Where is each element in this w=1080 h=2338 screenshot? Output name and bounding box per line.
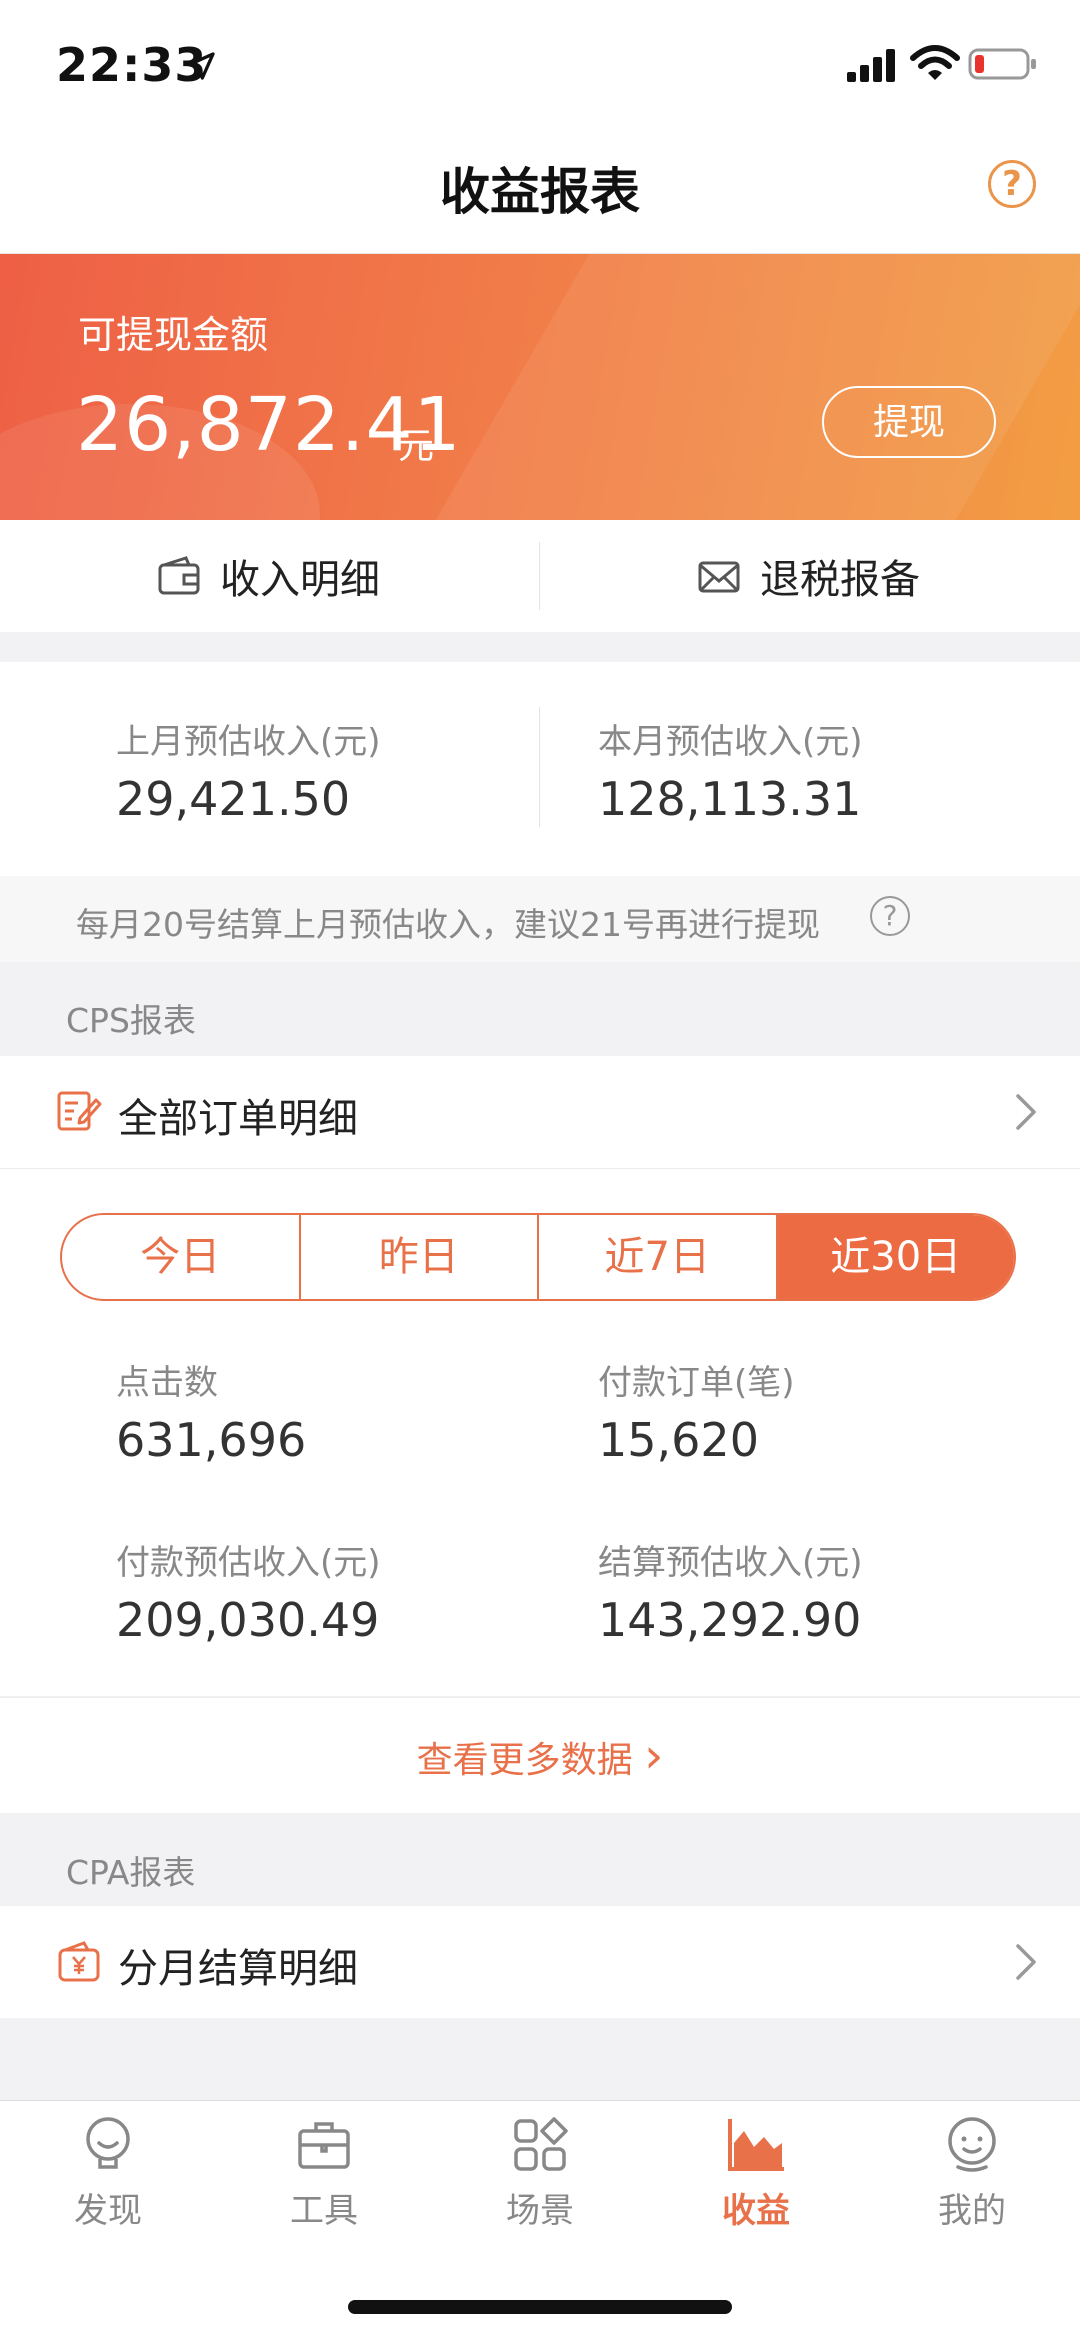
cpa-section-label: CPA报表 (66, 1853, 196, 1892)
balance-unit: 元 (398, 426, 435, 467)
cps-report: 今日 昨日 近7日 近30日 点击数 631,696 付款订单(笔) 15,62… (0, 1168, 1080, 1696)
balance-label: 可提现金额 (78, 313, 269, 357)
envelope-icon (698, 561, 740, 593)
chevron-right-icon (1016, 1094, 1036, 1130)
stat-value: 15,620 (598, 1413, 759, 1467)
stat-value: 631,696 (116, 1413, 307, 1467)
tab-yesterday[interactable]: 昨日 (301, 1215, 539, 1299)
divider (539, 542, 540, 610)
tab-last-30-days[interactable]: 近30日 (777, 1215, 1014, 1299)
banner-decoration (427, 254, 1080, 520)
wifi-icon (910, 45, 960, 80)
location-arrow-icon (187, 52, 215, 80)
tab-today[interactable]: 今日 (62, 1215, 301, 1299)
home-indicator[interactable] (348, 2300, 732, 2314)
bulb-icon (86, 2117, 130, 2169)
briefcase-icon (298, 2122, 350, 2169)
nav-bar: 收益报表 ? (0, 130, 1080, 254)
profile-icon (948, 2117, 996, 2172)
tab-last-7-days[interactable]: 近7日 (539, 1215, 778, 1299)
monthly-settlement-row[interactable]: 分月结算明细 (0, 1906, 1080, 2018)
income-detail-link[interactable]: 收入明细 (156, 520, 380, 632)
tab-earnings[interactable]: 收益 (648, 2113, 864, 2232)
notice-help-icon[interactable]: ? (870, 896, 910, 936)
battery-low-icon (968, 48, 1036, 80)
withdraw-button[interactable]: 提现 (822, 386, 996, 458)
stat-label: 点击数 (116, 1363, 218, 1403)
grid-icon (514, 2117, 568, 2171)
settlement-notice: 每月20号结算上月预估收入，建议21号再进行提现 (0, 876, 1080, 962)
tax-report-link[interactable]: 退税报备 (696, 520, 920, 632)
notice-text: 每月20号结算上月预估收入，建议21号再进行提现 (76, 905, 820, 944)
date-range-selector: 今日 昨日 近7日 近30日 (60, 1213, 1016, 1301)
page-title: 收益报表 (440, 163, 640, 221)
yuan-wallet-icon (58, 1941, 100, 1982)
all-orders-row[interactable]: 全部订单明细 (0, 1056, 1080, 1168)
wallet-icon (158, 556, 200, 595)
view-more-label: 查看更多数据 (416, 1740, 633, 1781)
stat-label: 结算预估收入(元) (598, 1543, 863, 1583)
cellular-signal-icon (847, 49, 895, 82)
stat-value: 209,030.49 (116, 1593, 380, 1647)
stat-label: 付款订单(笔) (598, 1363, 795, 1403)
balance-banner: 可提现金额 26,872.41 元 提现 (0, 254, 1080, 520)
tax-report-label: 退税报备 (760, 557, 920, 603)
tab-label: 发现 (74, 2191, 142, 2231)
stat-value: 143,292.90 (598, 1593, 862, 1647)
this-month-label: 本月预估收入(元) (598, 722, 863, 762)
tab-discover[interactable]: 发现 (0, 2113, 216, 2232)
tab-label: 场景 (506, 2191, 574, 2231)
status-bar: 22:33 (0, 0, 1080, 130)
chevron-right-icon: › (644, 1728, 664, 1784)
view-more-link[interactable]: 查看更多数据 › (417, 1698, 664, 1819)
last-month-value: 29,421.50 (116, 772, 351, 826)
stat-label: 付款预估收入(元) (116, 1543, 381, 1583)
tab-tools[interactable]: 工具 (216, 2113, 432, 2232)
income-detail-label: 收入明细 (220, 557, 380, 603)
tab-label: 我的 (938, 2191, 1006, 2231)
view-more-row: 查看更多数据 › (0, 1697, 1080, 1813)
tab-mine[interactable]: 我的 (864, 2113, 1080, 2232)
chart-icon (728, 2119, 784, 2171)
last-month-label: 上月预估收入(元) (116, 722, 381, 762)
chevron-right-icon (1016, 1944, 1036, 1980)
divider (539, 707, 540, 827)
estimates-panel: 上月预估收入(元) 29,421.50 本月预估收入(元) 128,113.31 (0, 662, 1080, 876)
tab-scenes[interactable]: 场景 (432, 2113, 648, 2232)
help-icon[interactable]: ? (988, 160, 1036, 208)
quick-links: 收入明细 退税报备 (0, 520, 1080, 632)
tab-label: 工具 (290, 2191, 358, 2231)
this-month-value: 128,113.31 (598, 772, 862, 826)
edit-document-icon (57, 1091, 102, 1131)
monthly-settlement-label: 分月结算明细 (118, 1946, 358, 1992)
all-orders-label: 全部订单明细 (118, 1096, 358, 1142)
cps-section-label: CPS报表 (66, 1001, 196, 1040)
tab-label: 收益 (722, 2191, 790, 2231)
